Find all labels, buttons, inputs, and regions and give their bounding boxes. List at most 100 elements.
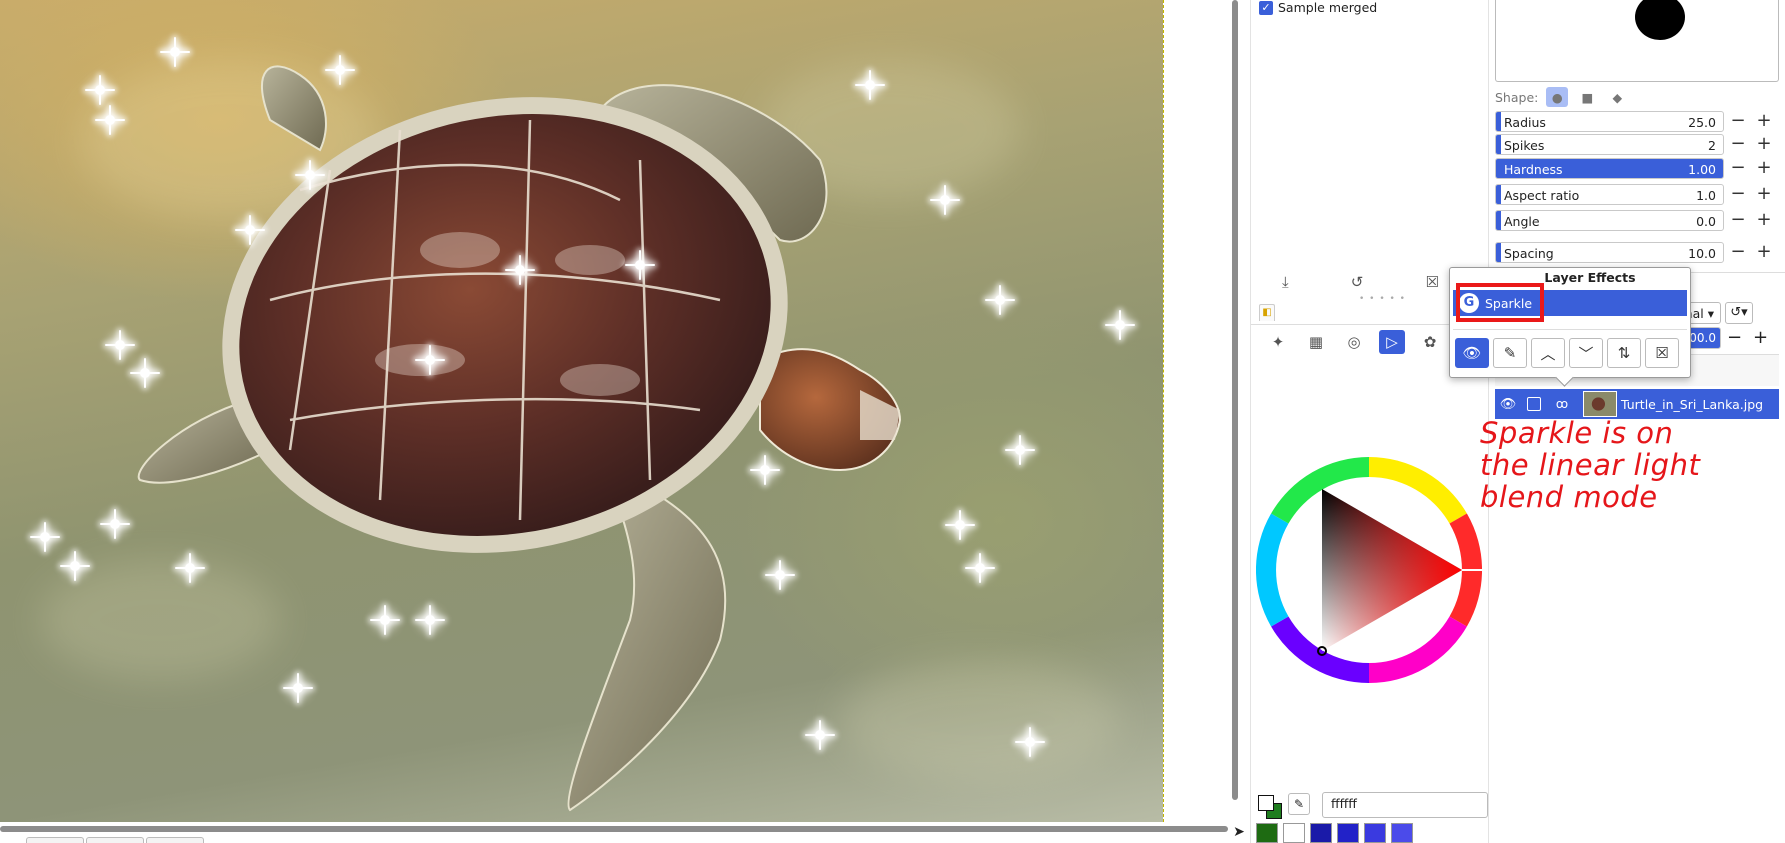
tab-watercolor-icon[interactable]: ◎ <box>1341 330 1367 354</box>
layer-thumbnail <box>1583 391 1617 417</box>
horizontal-scrollbar[interactable] <box>0 826 1228 832</box>
spikes-slider[interactable]: Spikes 2 <box>1495 134 1724 155</box>
color-history-swatch[interactable] <box>1310 823 1332 843</box>
vertical-scrollbar[interactable] <box>1232 0 1238 800</box>
edit-icon[interactable]: ✎ <box>1493 338 1527 368</box>
hardness-increase-button[interactable]: + <box>1753 158 1775 179</box>
layer-effects-icon[interactable]: ꝏ <box>1549 397 1575 411</box>
gimp-window: ➤ ✓ Sample merged ⤓ ↺ ☒ • • • • • ◧ ✦ ▦ … <box>0 0 1785 843</box>
dock-tab-row: ◧ <box>1259 304 1275 322</box>
layer-visibility-eye-icon[interactable]: 👁 <box>1495 397 1521 412</box>
layer-link-checkbox[interactable] <box>1527 397 1541 411</box>
spacing-value: 10.0 <box>1688 246 1716 261</box>
aspect-ratio-slider[interactable]: Aspect ratio 1.0 <box>1495 184 1724 205</box>
hex-color-input[interactable]: ffffff <box>1322 792 1488 818</box>
square-icon[interactable]: ■ <box>1576 87 1598 107</box>
color-history-swatch[interactable] <box>1283 823 1305 843</box>
layer-row[interactable]: 👁 ꝏ Turtle_in_Sri_Lanka.jpg <box>1495 389 1779 419</box>
merge-icon[interactable]: ⇅ <box>1607 338 1641 368</box>
hardness-slider[interactable]: Hardness 1.00 <box>1495 158 1724 179</box>
spikes-label: Spikes <box>1504 138 1545 153</box>
annotation-line: blend mode <box>1480 480 1658 514</box>
dock-grip[interactable]: • • • • • <box>1359 294 1406 304</box>
shape-label: Shape: <box>1495 89 1539 105</box>
spacing-increase-button[interactable]: + <box>1753 242 1775 263</box>
color-history <box>1256 823 1413 843</box>
navigate-icon[interactable]: ➤ <box>1231 824 1247 840</box>
annotation-line: Sparkle is on <box>1480 416 1674 450</box>
foreground-color[interactable] <box>1258 795 1274 811</box>
color-history-swatch[interactable] <box>1364 823 1386 843</box>
aspect-ratio-value: 1.0 <box>1696 188 1716 203</box>
color-wheel[interactable] <box>1255 457 1483 683</box>
dock-tab-document-icon[interactable]: ◧ <box>1259 304 1275 321</box>
delete-icon[interactable]: ☒ <box>1645 338 1679 368</box>
aspect-ratio-label: Aspect ratio <box>1504 188 1580 203</box>
layer-name[interactable]: Turtle_in_Sri_Lanka.jpg <box>1621 397 1763 412</box>
hardness-value: 1.00 <box>1688 162 1716 177</box>
color-history-swatch[interactable] <box>1337 823 1359 843</box>
opacity-increase-button[interactable]: + <box>1753 327 1768 348</box>
spikes-increase-button[interactable]: + <box>1753 134 1775 155</box>
param-aspect-ratio[interactable]: Aspect ratio 1.0 − + <box>1495 184 1779 205</box>
tab-scales-icon[interactable]: ✦ <box>1265 330 1291 354</box>
canvas-boundary <box>1163 0 1164 822</box>
param-radius[interactable]: Radius 25.0 − + <box>1495 111 1779 132</box>
spacing-slider[interactable]: Spacing 10.0 <box>1495 242 1724 263</box>
turtle-image <box>137 65 902 812</box>
param-angle[interactable]: Angle 0.0 − + <box>1495 210 1779 231</box>
param-spacing[interactable]: Spacing 10.0 − + <box>1495 242 1779 263</box>
angle-slider[interactable]: Angle 0.0 <box>1495 210 1724 231</box>
middle-dock: ✓ Sample merged ⤓ ↺ ☒ • • • • • ◧ ✦ ▦ ◎ … <box>1250 0 1490 843</box>
aspect-ratio-increase-button[interactable]: + <box>1753 184 1775 205</box>
restore-preset-icon[interactable]: ↺ <box>1351 273 1364 291</box>
diamond-icon[interactable]: ◆ <box>1606 87 1628 107</box>
raise-icon[interactable]: ︿ <box>1531 338 1565 368</box>
radius-decrease-button[interactable]: − <box>1727 111 1749 132</box>
radius-increase-button[interactable]: + <box>1753 111 1775 132</box>
hardness-decrease-button[interactable]: − <box>1727 158 1749 179</box>
circle-icon[interactable]: ● <box>1546 87 1569 107</box>
annotation-line: the linear light <box>1480 448 1701 482</box>
angle-decrease-button[interactable]: − <box>1727 210 1749 231</box>
save-preset-icon[interactable]: ⤓ <box>1282 273 1289 291</box>
eye-icon[interactable]: 👁 <box>1455 338 1489 368</box>
brush-shape-preview <box>1635 0 1685 40</box>
color-history-swatch[interactable] <box>1391 823 1413 843</box>
lower-icon[interactable]: ﹀ <box>1569 338 1603 368</box>
effects-toolbar: 👁 ✎ ︿ ﹀ ⇅ ☒ <box>1455 338 1679 368</box>
param-hardness[interactable]: Hardness 1.00 − + <box>1495 158 1779 179</box>
tab-wheel-icon[interactable]: ▷ <box>1379 329 1405 354</box>
color-history-swatch[interactable] <box>1256 823 1278 843</box>
mode-reset-icon[interactable]: ↺▾ <box>1725 302 1753 324</box>
image-canvas[interactable] <box>0 0 1163 822</box>
opacity-decrease-button[interactable]: − <box>1727 327 1742 348</box>
angle-label: Angle <box>1504 214 1540 229</box>
aspect-ratio-decrease-button[interactable]: − <box>1727 184 1749 205</box>
radius-value: 25.0 <box>1688 115 1716 130</box>
hardness-label: Hardness <box>1504 162 1563 177</box>
sparkle-highlight-box <box>1456 283 1544 322</box>
angle-increase-button[interactable]: + <box>1753 210 1775 231</box>
angle-value: 0.0 <box>1696 214 1716 229</box>
spacing-label: Spacing <box>1504 246 1554 261</box>
spikes-value: 2 <box>1708 138 1716 153</box>
radius-slider[interactable]: Radius 25.0 <box>1495 111 1724 132</box>
color-picker-icon[interactable]: ✎ <box>1288 793 1310 815</box>
sample-merged-label: Sample merged <box>1278 0 1378 15</box>
spacing-decrease-button[interactable]: − <box>1727 242 1749 263</box>
param-spikes[interactable]: Spikes 2 − + <box>1495 134 1779 155</box>
delete-preset-icon[interactable]: ☒ <box>1425 273 1438 291</box>
brush-shape-row: Shape: ● ■ ◆ <box>1495 86 1628 108</box>
brush-preview <box>1495 0 1779 82</box>
tab-palette-icon[interactable]: ✿ <box>1417 330 1443 354</box>
spikes-decrease-button[interactable]: − <box>1727 134 1749 155</box>
tab-cmyk-icon[interactable]: ▦ <box>1303 330 1329 354</box>
fg-bg-color-swatch[interactable] <box>1256 793 1284 821</box>
canvas-area[interactable]: ➤ <box>0 0 1245 843</box>
radius-label: Radius <box>1504 115 1546 130</box>
sample-merged-checkbox[interactable]: ✓ <box>1259 0 1273 15</box>
sample-merged-option[interactable]: ✓ Sample merged <box>1259 0 1377 15</box>
annotation-note: Sparkle is on the linear light blend mod… <box>1480 417 1780 513</box>
status-bar-tabs <box>26 837 204 843</box>
